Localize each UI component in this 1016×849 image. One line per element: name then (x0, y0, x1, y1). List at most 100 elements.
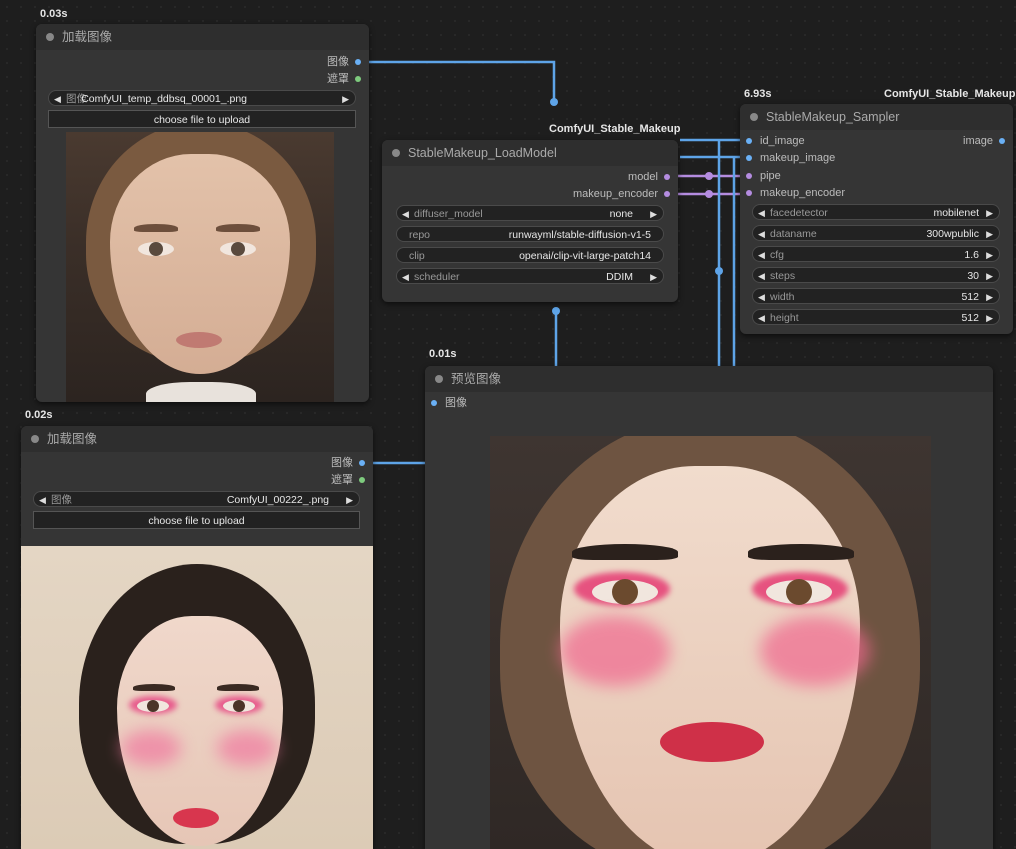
diffuser-model-label: diffuser_model (414, 208, 483, 220)
stablemakeup-sampler-node[interactable]: StableMakeup_Sampler id_image makeup_ima… (740, 104, 1013, 334)
next-arrow-icon[interactable]: ▶ (986, 205, 993, 221)
steps-value: 30 (967, 270, 979, 282)
input-makeup-image-dot-icon[interactable] (746, 155, 752, 162)
collapse-dot-icon[interactable] (750, 113, 758, 121)
sampler-title-bar[interactable]: StableMakeup_Sampler (740, 104, 1013, 130)
output-model[interactable]: model (628, 169, 670, 185)
diffuser-model-widget[interactable]: ◀ diffuser_model none ▶ (396, 205, 664, 221)
width-label: width (770, 291, 795, 303)
increment-arrow-icon[interactable]: ▶ (986, 247, 993, 263)
increment-arrow-icon[interactable]: ▶ (986, 310, 993, 326)
next-arrow-icon[interactable]: ▶ (986, 226, 993, 242)
output-mask-dot-icon[interactable] (355, 76, 361, 83)
input-image-dot-icon[interactable] (431, 400, 437, 407)
link-image1-to-id-image (361, 60, 556, 102)
prev-arrow-icon[interactable]: ◀ (402, 206, 409, 222)
sampler-time: 6.93s (744, 88, 772, 100)
decrement-arrow-icon[interactable]: ◀ (758, 247, 765, 263)
repo-label: repo (409, 229, 431, 241)
output-image[interactable]: image (963, 133, 1005, 149)
preview-image-node[interactable]: 预览图像 图像 (425, 366, 993, 849)
height-label: height (770, 312, 799, 324)
input-pipe[interactable]: pipe (746, 168, 781, 184)
scheduler-widget[interactable]: ◀ scheduler DDIM ▶ (396, 268, 664, 284)
input-pipe-dot-icon[interactable] (746, 173, 752, 180)
prev-arrow-icon[interactable]: ◀ (402, 269, 409, 285)
output-image-dot-icon[interactable] (999, 138, 1005, 145)
collapse-dot-icon[interactable] (392, 149, 400, 157)
input-id-image-dot-icon[interactable] (746, 138, 752, 145)
load-image-1-output-image[interactable]: 图像 (327, 54, 361, 70)
increment-arrow-icon[interactable]: ▶ (986, 268, 993, 284)
load-image-node-1[interactable]: 加载图像 图像 遮罩 ◀ 图像 ComfyUI_temp_ddbsq_00001… (36, 24, 369, 402)
input-makeup-encoder[interactable]: makeup_encoder (746, 185, 845, 201)
clip-label: clip (409, 250, 425, 262)
height-widget[interactable]: ◀ height 512 ▶ (752, 309, 1000, 325)
output-model-dot-icon[interactable] (664, 174, 670, 181)
load-image-1-title-bar[interactable]: 加载图像 (36, 24, 369, 50)
load-image-1-output-mask[interactable]: 遮罩 (327, 71, 361, 87)
preview-input-image[interactable]: 图像 (431, 395, 467, 411)
output-image-dot-icon[interactable] (359, 460, 365, 467)
output-makeup-encoder-label: makeup_encoder (572, 188, 658, 200)
next-arrow-icon[interactable]: ▶ (346, 492, 353, 508)
image-select-label: 图像 (51, 494, 72, 506)
load-image-2-title-bar[interactable]: 加载图像 (21, 426, 373, 452)
output-image-label: 图像 (327, 56, 349, 68)
preview-title-bar[interactable]: 预览图像 (425, 366, 993, 392)
scheduler-value: DDIM (606, 271, 633, 283)
output-makeup-encoder[interactable]: makeup_encoder (573, 186, 670, 202)
output-image-dot-icon[interactable] (355, 59, 361, 66)
output-mask-dot-icon[interactable] (359, 477, 365, 484)
choose-file-button[interactable]: choose file to upload (33, 511, 360, 529)
load-image-2-output-image[interactable]: 图像 (331, 455, 365, 471)
cfg-widget[interactable]: ◀ cfg 1.6 ▶ (752, 246, 1000, 262)
load-image-node-2[interactable]: 加载图像 图像 遮罩 ◀ 图像 ComfyUI_00222_.png ▶ cho… (21, 426, 373, 849)
dataname-label: dataname (770, 228, 817, 240)
decrement-arrow-icon[interactable]: ◀ (758, 268, 765, 284)
cfg-label: cfg (770, 249, 785, 261)
sampler-group-label: ComfyUI_Stable_Makeup (884, 88, 1016, 100)
load-image-2-output-mask[interactable]: 遮罩 (331, 472, 365, 488)
width-widget[interactable]: ◀ width 512 ▶ (752, 288, 1000, 304)
repo-widget[interactable]: repo runwayml/stable-diffusion-v1-5 (396, 226, 664, 242)
dataname-value: 300wpublic (926, 228, 979, 240)
result-photo-preview (490, 436, 931, 849)
prev-arrow-icon[interactable]: ◀ (758, 205, 765, 221)
steps-widget[interactable]: ◀ steps 30 ▶ (752, 267, 1000, 283)
input-makeup-encoder-dot-icon[interactable] (746, 190, 752, 197)
collapse-dot-icon[interactable] (435, 375, 443, 383)
collapse-dot-icon[interactable] (31, 435, 39, 443)
width-value: 512 (961, 291, 979, 303)
next-arrow-icon[interactable]: ▶ (650, 206, 657, 222)
dataname-widget[interactable]: ◀ dataname 300wpublic ▶ (752, 225, 1000, 241)
input-makeup-image[interactable]: makeup_image (746, 150, 835, 166)
prev-arrow-icon[interactable]: ◀ (758, 226, 765, 242)
next-arrow-icon[interactable]: ▶ (342, 91, 349, 107)
link-encoder-reroute (705, 190, 713, 198)
load-model-title-bar[interactable]: StableMakeup_LoadModel (382, 140, 678, 166)
increment-arrow-icon[interactable]: ▶ (986, 289, 993, 305)
scheduler-label: scheduler (414, 271, 460, 283)
node-graph-canvas[interactable]: 0.03s 加载图像 图像 遮罩 ◀ 图像 ComfyUI_temp_ddbsq… (0, 0, 1016, 849)
output-mask-label: 遮罩 (331, 474, 353, 486)
output-makeup-encoder-dot-icon[interactable] (664, 191, 670, 198)
link-vertical-dot (715, 267, 723, 275)
input-id-image[interactable]: id_image (746, 133, 805, 149)
decrement-arrow-icon[interactable]: ◀ (758, 310, 765, 326)
prev-arrow-icon[interactable]: ◀ (54, 91, 61, 107)
stablemakeup-loadmodel-node[interactable]: StableMakeup_LoadModel model makeup_enco… (382, 140, 678, 302)
makeup-reference-photo-preview (21, 546, 373, 849)
prev-arrow-icon[interactable]: ◀ (39, 492, 46, 508)
next-arrow-icon[interactable]: ▶ (650, 269, 657, 285)
preview-title: 预览图像 (451, 372, 502, 386)
choose-file-button[interactable]: choose file to upload (48, 110, 356, 128)
decrement-arrow-icon[interactable]: ◀ (758, 289, 765, 305)
facedetector-widget[interactable]: ◀ facedetector mobilenet ▶ (752, 204, 1000, 220)
clip-widget[interactable]: clip openai/clip-vit-large-patch14 (396, 247, 664, 263)
image-select-value: ComfyUI_00222_.png (226, 494, 329, 506)
image-select-widget[interactable]: ◀ 图像 ComfyUI_temp_ddbsq_00001_.png ▶ (48, 90, 356, 106)
collapse-dot-icon[interactable] (46, 33, 54, 41)
diffuser-model-value: none (609, 208, 633, 220)
image-select-widget[interactable]: ◀ 图像 ComfyUI_00222_.png ▶ (33, 491, 360, 507)
